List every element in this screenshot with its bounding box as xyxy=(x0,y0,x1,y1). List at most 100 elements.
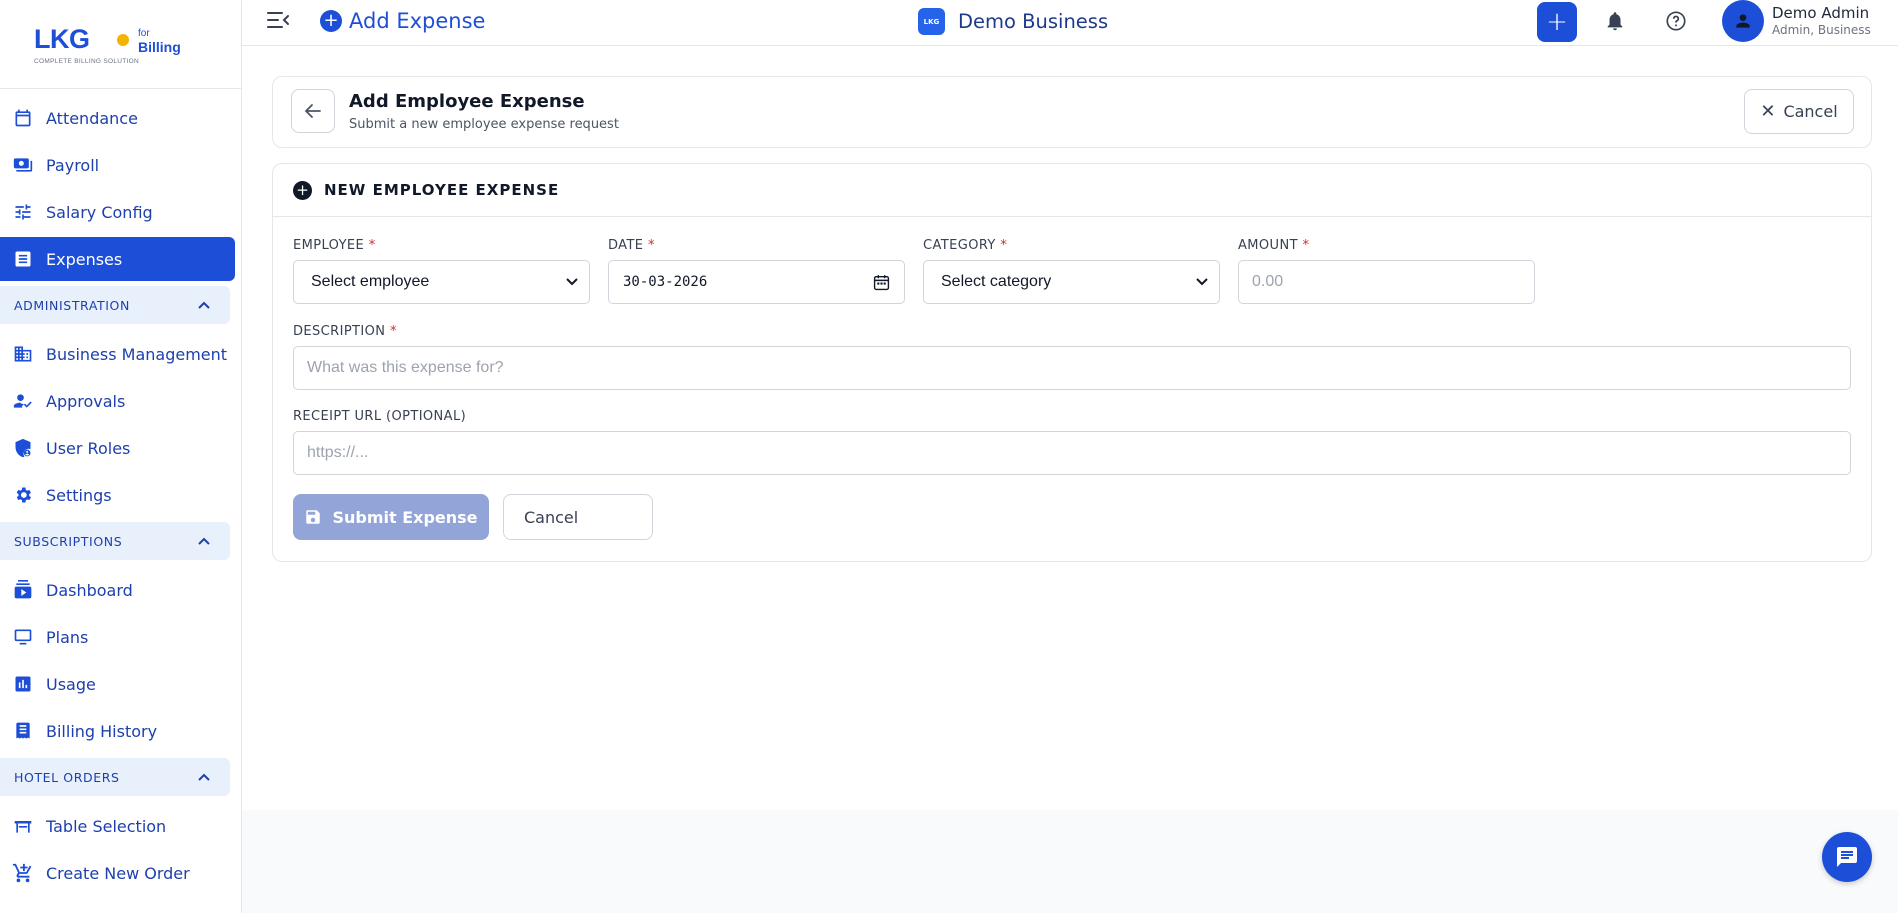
business-name: Demo Business xyxy=(958,10,1109,33)
sidebar-item-billing-history[interactable]: Billing History xyxy=(0,709,235,753)
sidebar-item-business-management[interactable]: Business Management xyxy=(0,332,235,376)
chevron-down-icon xyxy=(1196,278,1208,286)
sidebar-item-label: User Roles xyxy=(46,438,131,458)
calendar-icon xyxy=(12,107,34,129)
sidebar-item-payroll[interactable]: Payroll xyxy=(0,143,235,187)
section-title: ADMINISTRATION xyxy=(14,297,130,313)
sidebar-item-label: Billing History xyxy=(46,721,158,741)
form-section-header: + NEW EMPLOYEE EXPENSE xyxy=(273,164,1871,217)
description-input[interactable]: What was this expense for? xyxy=(293,346,1851,390)
sidebar-item-label: Create New Order xyxy=(46,863,190,883)
chevron-up-icon xyxy=(198,534,210,548)
brand-tagline: COMPLETE BILLING SOLUTION xyxy=(34,58,140,65)
sidebar-item-usage[interactable]: Usage xyxy=(0,662,235,706)
brand-dot-icon xyxy=(117,34,129,46)
page-title: Add Expense xyxy=(349,9,486,33)
submit-expense-button[interactable]: Submit Expense xyxy=(293,494,489,540)
help-circle-icon[interactable] xyxy=(1665,10,1689,34)
brand-for: for xyxy=(138,28,150,39)
sidebar-item-label: Business Management xyxy=(46,344,228,364)
shield-user-icon xyxy=(12,437,34,459)
plus-circle-icon: + xyxy=(293,180,312,200)
sidebar-item-dashboard[interactable]: Dashboard xyxy=(0,568,235,612)
menu-collapse-icon[interactable] xyxy=(266,10,292,34)
brand-product: Billing xyxy=(138,39,181,55)
business-logo-icon: LKG xyxy=(918,8,945,35)
section-title: HOTEL ORDERS xyxy=(14,769,120,785)
sidebar-item-settings[interactable]: Settings xyxy=(0,473,235,517)
sidebar-item-label: Salary Config xyxy=(46,202,153,222)
section-administration[interactable]: ADMINISTRATION xyxy=(0,286,230,324)
amount-label: AMOUNT * xyxy=(1238,238,1310,253)
amount-input[interactable]: 0.00 xyxy=(1238,260,1535,304)
chevron-up-icon xyxy=(198,770,210,784)
sidebar-item-approvals[interactable]: Approvals xyxy=(0,379,235,423)
user-check-icon xyxy=(12,390,34,412)
business-switcher[interactable]: LKG Demo Business xyxy=(918,8,1108,35)
receipt-url-input[interactable]: https://... xyxy=(293,431,1851,475)
sidebar-item-user-roles[interactable]: User Roles xyxy=(0,426,235,470)
sidebar-item-label: Attendance xyxy=(46,108,138,128)
date-input[interactable]: 30-03-2026 xyxy=(608,260,905,304)
main-footer-area xyxy=(242,810,1898,913)
sidebar-item-expenses[interactable]: Expenses xyxy=(0,237,235,281)
chat-icon xyxy=(1837,847,1857,867)
receipt-icon xyxy=(12,248,34,270)
cart-icon xyxy=(12,862,34,884)
page-header-card: Add Employee Expense Submit a new employ… xyxy=(272,76,1872,148)
sidebar-item-label: Approvals xyxy=(46,391,126,411)
form-page-subtitle: Submit a new employee expense request xyxy=(349,117,619,132)
form-page-title: Add Employee Expense xyxy=(349,91,585,112)
category-label: CATEGORY * xyxy=(923,238,1008,253)
table-icon xyxy=(12,815,34,837)
chevron-up-icon xyxy=(198,298,210,312)
bar-chart-icon xyxy=(12,673,34,695)
sidebar-item-table-selection[interactable]: Table Selection xyxy=(0,804,235,848)
form-cancel-button[interactable]: Cancel xyxy=(503,494,653,540)
expense-form-card: + NEW EMPLOYEE EXPENSE EMPLOYEE * Select… xyxy=(272,163,1872,562)
dashboard-icon xyxy=(12,579,34,601)
plans-icon xyxy=(12,626,34,648)
user-role: Admin, Business xyxy=(1772,23,1871,37)
section-hotel-orders[interactable]: HOTEL ORDERS xyxy=(0,758,230,796)
sidebar-item-label: Usage xyxy=(46,674,96,694)
sidebar-item-label: Payroll xyxy=(46,155,100,175)
sliders-icon xyxy=(12,201,34,223)
header-page-title: + Add Expense xyxy=(320,9,485,33)
employee-select[interactable]: Select employee xyxy=(293,260,590,304)
section-subscriptions[interactable]: SUBSCRIPTIONS xyxy=(0,522,230,560)
employee-label: EMPLOYEE * xyxy=(293,238,376,253)
sidebar-item-salary-config[interactable]: Salary Config xyxy=(0,190,235,234)
building-icon xyxy=(12,343,34,365)
sidebar-item-label: Expenses xyxy=(46,249,123,269)
plus-circle-icon: + xyxy=(320,10,342,32)
sidebar-item-create-new-order[interactable]: Create New Order xyxy=(0,851,235,895)
history-icon xyxy=(12,720,34,742)
cash-icon xyxy=(12,154,34,176)
brand-logo[interactable]: LKG for Billing COMPLETE BILLING SOLUTIO… xyxy=(0,0,241,89)
date-label: DATE * xyxy=(608,238,655,253)
user-name[interactable]: Demo Admin xyxy=(1772,4,1869,22)
quick-add-button[interactable]: + xyxy=(1537,2,1577,42)
receipt-url-label: RECEIPT URL (OPTIONAL) xyxy=(293,409,467,424)
description-label: DESCRIPTION * xyxy=(293,324,397,339)
sidebar-item-plans[interactable]: Plans xyxy=(0,615,235,659)
bell-icon[interactable] xyxy=(1604,10,1628,34)
avatar[interactable] xyxy=(1722,0,1764,42)
save-icon xyxy=(306,510,321,524)
sidebar: LKG for Billing COMPLETE BILLING SOLUTIO… xyxy=(0,0,242,913)
section-title: SUBSCRIPTIONS xyxy=(14,533,123,549)
category-select[interactable]: Select category xyxy=(923,260,1220,304)
user-icon xyxy=(1736,14,1750,28)
close-icon: ✕ xyxy=(1760,101,1776,122)
sidebar-item-attendance[interactable]: Attendance xyxy=(0,96,235,140)
back-button[interactable] xyxy=(291,89,335,133)
gear-icon xyxy=(12,484,34,506)
chat-support-button[interactable] xyxy=(1822,832,1872,882)
form-section-title: NEW EMPLOYEE EXPENSE xyxy=(324,181,560,199)
sidebar-item-label: Table Selection xyxy=(46,816,167,836)
sidebar-item-label: Plans xyxy=(46,627,89,647)
header-cancel-button[interactable]: ✕ Cancel xyxy=(1744,89,1854,134)
sidebar-item-label: Settings xyxy=(46,485,112,505)
brand-name: LKG xyxy=(34,24,90,54)
